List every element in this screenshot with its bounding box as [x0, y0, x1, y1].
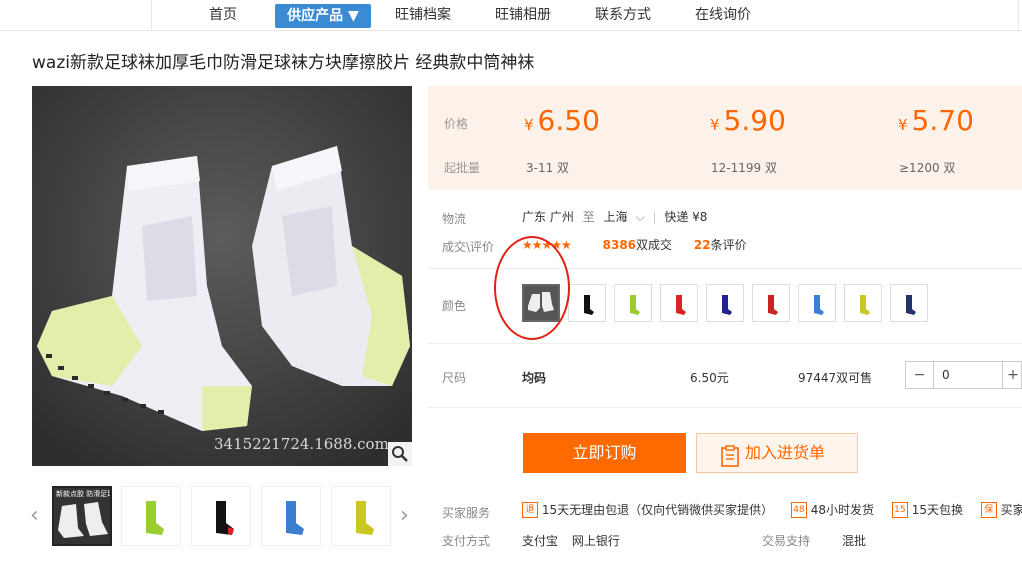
color-swatch[interactable]: [752, 284, 790, 322]
delivery-badge-icon: 48: [790, 501, 807, 518]
sock-icon: [860, 295, 870, 315]
review-count[interactable]: 22: [694, 238, 711, 252]
zoom-icon[interactable]: [388, 442, 412, 466]
color-swatch[interactable]: [798, 284, 836, 322]
color-label: 颜色: [442, 299, 467, 313]
payment-alipay: 支付宝: [522, 534, 559, 548]
order-now-button[interactable]: 立即订购: [523, 433, 686, 473]
sock-icon: [722, 295, 732, 315]
thumb-next-arrow[interactable]: ›: [400, 503, 409, 528]
minus-button[interactable]: −: [906, 362, 934, 388]
qty-tier-1: 3-11 双: [526, 161, 570, 175]
trade-support-label: 交易支持: [762, 534, 811, 548]
color-swatch[interactable]: [890, 284, 928, 322]
divider: |: [652, 210, 657, 224]
divider: [428, 407, 1022, 408]
payment-online-banking: 网上银行: [571, 534, 620, 548]
payment-label: 支付方式: [442, 534, 491, 548]
logistics-route: 广东 广州 至 上海 ⌵ | 快递 ¥8: [522, 208, 707, 225]
thumbnail[interactable]: [261, 486, 321, 546]
sock-icon: [58, 502, 108, 538]
sock-icon: [906, 295, 916, 315]
nav-item-home[interactable]: 首页: [195, 0, 251, 31]
qty-tier-2: 12-1199 双: [711, 161, 777, 175]
price-tier-1: ¥6.50: [524, 104, 600, 137]
color-swatch[interactable]: [660, 284, 698, 322]
image-watermark: 3415221724.1688.com: [214, 435, 389, 453]
nav-item-shop-profile[interactable]: 旺铺档案: [380, 0, 466, 31]
price-label: 价格: [444, 117, 469, 131]
price-tier-3: ¥5.70: [898, 104, 974, 137]
logistics-destination-select[interactable]: 上海 ⌵: [604, 210, 645, 224]
guarantee-badge-icon: 保: [980, 501, 997, 518]
plus-button[interactable]: +: [1002, 362, 1022, 388]
nav-item-contact[interactable]: 联系方式: [580, 0, 666, 31]
return-badge-icon: 退: [522, 501, 538, 518]
color-swatch[interactable]: [568, 284, 606, 322]
color-swatch[interactable]: [706, 284, 744, 322]
sock-icon: [814, 295, 824, 315]
nav-divider: [151, 0, 152, 31]
service-label: 买家服务: [442, 506, 491, 520]
annotation-circle: [494, 236, 570, 340]
chevron-down-icon: ⌵: [635, 210, 645, 224]
size-label: 尺码: [442, 371, 467, 385]
thumbnail[interactable]: [331, 486, 391, 546]
price-tier-2: ¥5.90: [710, 104, 786, 137]
service-delivery[interactable]: 48小时发货: [811, 503, 874, 517]
sock-photo: [32, 86, 412, 466]
logistics-label: 物流: [442, 212, 467, 226]
product-main-image[interactable]: 3415221724.1688.com: [32, 86, 412, 466]
color-swatch[interactable]: [614, 284, 652, 322]
nav-item-products[interactable]: 供应产品 ▼: [275, 4, 371, 28]
sock-icon: [356, 501, 374, 535]
thumb-caption: 新款点胶 防滑足球袜: [56, 490, 110, 498]
product-title: wazi新款足球袜加厚毛巾防滑足球袜方块摩擦胶片 经典款中筒神袜: [32, 53, 535, 73]
nav-divider: [1018, 0, 1019, 31]
deal-count[interactable]: 8386: [603, 238, 636, 252]
payment-methods: 支付宝 网上银行: [522, 532, 620, 549]
add-to-cart-button[interactable]: 加入进货单: [696, 433, 858, 473]
sock-icon: [216, 501, 234, 535]
logistics-to-word: 至: [582, 210, 595, 224]
thumbnail[interactable]: [191, 486, 251, 546]
exchange-badge-icon: 15: [891, 501, 908, 518]
divider: [428, 343, 1022, 344]
deals-label: 成交\评价: [442, 240, 495, 254]
color-swatch[interactable]: [844, 284, 882, 322]
logistics-method: 快递 ¥8: [664, 210, 708, 224]
sock-icon: [768, 295, 778, 315]
minqty-label: 起批量: [444, 161, 481, 175]
service-badges: 退 15天无理由包退（仅向代销微供买家提供） 48 48小时发货 15 15天包…: [522, 501, 1022, 518]
nav-item-inquiry[interactable]: 在线询价: [680, 0, 766, 31]
size-value: 均码: [522, 371, 547, 385]
clipboard-icon: [721, 443, 739, 481]
deal-suffix: 双成交: [636, 238, 673, 252]
top-nav: 首页 供应产品 ▼ 旺铺档案 旺铺相册 联系方式 在线询价: [0, 0, 1022, 31]
sock-icon: [630, 295, 640, 315]
quantity-input[interactable]: 0: [942, 362, 950, 388]
review-suffix: 条评价: [710, 238, 747, 252]
logistics-from: 广东 广州: [522, 210, 574, 224]
sock-icon: [286, 501, 304, 535]
service-return[interactable]: 15天无理由包退（仅向代销微供买家提供）: [542, 503, 773, 517]
nav-item-shop-album[interactable]: 旺铺相册: [480, 0, 566, 31]
size-stock: 97447双可售: [798, 371, 873, 385]
service-guarantee[interactable]: 买家: [1001, 503, 1022, 517]
sock-icon: [584, 295, 594, 315]
add-to-cart-label: 加入进货单: [745, 443, 826, 462]
thumbnail[interactable]: [121, 486, 181, 546]
thumbnail[interactable]: 新款点胶 防滑足球袜: [52, 486, 112, 546]
service-exchange[interactable]: 15天包换: [912, 503, 963, 517]
quantity-stepper[interactable]: − 0 +: [905, 361, 1022, 389]
thumb-prev-arrow[interactable]: ‹: [30, 503, 39, 528]
sock-icon: [676, 295, 686, 315]
sock-icon: [146, 501, 164, 535]
size-price: 6.50元: [690, 371, 729, 385]
trade-support-value: 混批: [842, 534, 867, 548]
qty-tier-3: ≥1200 双: [899, 161, 956, 175]
